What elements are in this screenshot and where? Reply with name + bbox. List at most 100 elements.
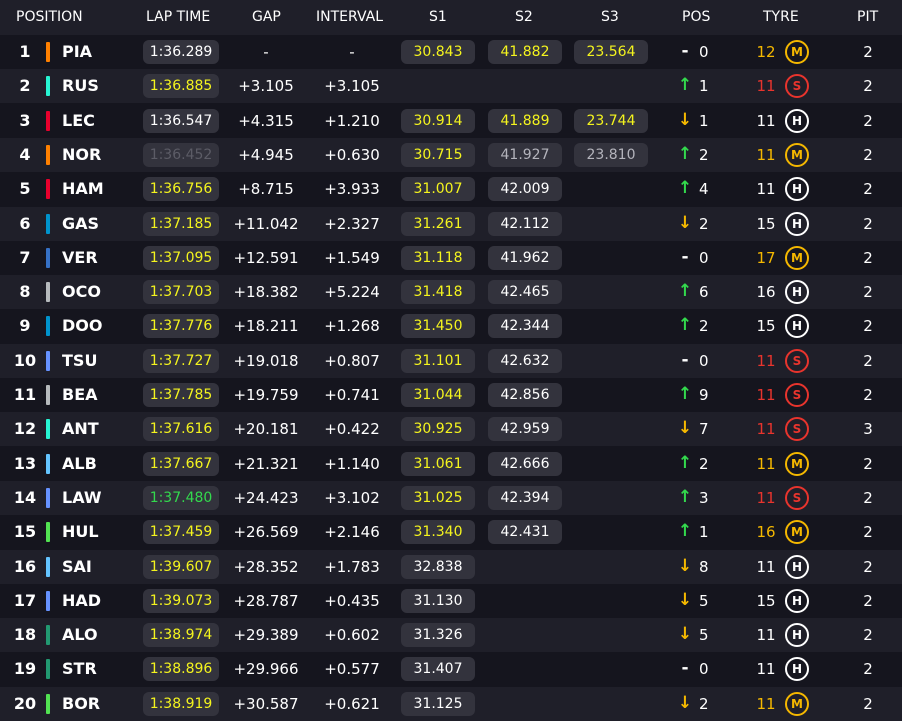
tyre-age: 12 <box>756 43 776 61</box>
position-change: 0 <box>699 351 709 370</box>
table-row[interactable]: 8 OCO 1:37.703 +18.382 +5.224 31.418 42.465 ↑ 6 1… <box>0 275 902 310</box>
driver-code[interactable]: RUS <box>62 76 99 95</box>
team-color-bar <box>46 625 50 646</box>
driver-code[interactable]: HUL <box>62 522 99 541</box>
driver-code[interactable]: GAS <box>62 214 99 233</box>
sector1-cell: 31.125 <box>401 691 475 716</box>
header-position[interactable]: POSITION <box>16 9 83 25</box>
lap-time-cell: 1:37.785 <box>143 383 219 407</box>
table-row[interactable]: 3 LEC 1:36.547 +4.315 +1.210 30.914 41.889 23.7… <box>0 104 902 138</box>
lap-time-cell: 1:37.095 <box>143 245 219 270</box>
table-row[interactable]: 20 BOR 1:38.919 +30.587 +0.621 31.125 ↓ 2 11 M 2 <box>0 686 902 721</box>
interval-cell: +0.741 <box>324 386 380 404</box>
table-row[interactable]: 12 ANT 1:37.616 +20.181 +0.422 30.925 42.959 ↓ 7… <box>0 412 902 447</box>
table-row[interactable]: 19 STR 1:38.896 +29.966 +0.577 31.407 -0 11 H 2 <box>0 652 902 686</box>
lap-time-cell: 1:38.974 <box>143 623 219 648</box>
header-lap-time[interactable]: LAP TIME <box>146 9 210 25</box>
driver-code[interactable]: VER <box>62 248 98 267</box>
driver-code[interactable]: NOR <box>62 145 101 164</box>
lap-time-cell: 1:37.185 <box>143 211 219 236</box>
tyre-compound-icon: S <box>785 485 809 510</box>
table-row[interactable]: 1 PIA 1:36.289- -30.843 41.882 23.564-0 12 M 2 <box>0 35 902 69</box>
driver-code[interactable]: TSU <box>62 351 97 370</box>
header-tyre[interactable]: TYRE <box>763 9 799 25</box>
driver-code[interactable]: LEC <box>62 111 95 130</box>
driver-code[interactable]: DOO <box>62 316 102 335</box>
arrow-up-icon: ↑ <box>677 281 693 302</box>
tyre-compound-icon: H <box>785 211 809 236</box>
driver-code[interactable]: BEA <box>62 385 98 404</box>
table-row[interactable]: 5 HAM 1:36.756 +8.715 +3.933 31.007 42.009 ↑ 4 11… <box>0 172 902 206</box>
sector1-cell: 31.118 <box>401 245 475 270</box>
team-color-bar <box>46 453 50 474</box>
dash-icon: - <box>681 41 689 61</box>
driver-code[interactable]: BOR <box>62 694 100 713</box>
position-change: 1 <box>699 523 709 542</box>
driver-code[interactable]: SAI <box>62 557 92 576</box>
header-s3[interactable]: S3 <box>601 9 619 25</box>
lap-time-cell: 1:37.727 <box>143 348 219 373</box>
team-color-bar <box>46 487 50 508</box>
table-row[interactable]: 13 ALB 1:37.667 +21.321 +1.140 31.061 42.666 ↑ 2… <box>0 447 902 481</box>
position-number: 14 <box>13 487 37 507</box>
position-number: 6 <box>19 213 31 233</box>
table-row[interactable]: 7 VER 1:37.095 +12.591 +1.549 31.118 41.962 -0 1… <box>0 241 902 275</box>
pit-count: 2 <box>863 626 873 645</box>
tyre-age: 11 <box>756 420 776 439</box>
header-s2[interactable]: S2 <box>515 9 533 25</box>
sector1-cell: 31.261 <box>401 211 475 236</box>
driver-code[interactable]: OCO <box>62 282 101 301</box>
header-gap[interactable]: GAP <box>252 9 281 25</box>
lap-time-cell: 1:37.667 <box>143 451 219 476</box>
tyre-compound-icon: S <box>785 417 809 442</box>
table-row[interactable]: 2 RUS 1:36.885 +3.105 +3.105 ↑ 1 11 S 2 <box>0 69 902 104</box>
tyre-age: 16 <box>756 523 776 542</box>
arrow-down-icon: ↓ <box>677 212 693 233</box>
tyre-compound-icon: M <box>785 142 809 167</box>
table-row[interactable]: 16 SAI 1:39.607 +28.352 +1.783 32.838 ↓ 8 11 H 2 <box>0 549 902 584</box>
table-row[interactable]: 10 TSU 1:37.727 +19.018 +0.807 31.101 42.632 -0… <box>0 343 902 378</box>
arrow-up-icon: ↑ <box>677 178 693 199</box>
table-row[interactable]: 17 HAD 1:39.073 +28.787 +0.435 31.130 ↓ 5 15 H 2 <box>0 584 902 618</box>
table-row[interactable]: 15 HUL 1:37.459 +26.569 +2.146 31.340 42.431 ↑ 1… <box>0 515 902 549</box>
position-change: 2 <box>699 454 709 473</box>
interval-cell: +1.549 <box>324 248 380 267</box>
driver-code[interactable]: HAD <box>62 591 101 610</box>
team-color-bar <box>46 213 50 234</box>
driver-code[interactable]: STR <box>62 659 97 678</box>
lap-time-cell: 1:36.547 <box>143 108 219 133</box>
table-row[interactable]: 9 DOO 1:37.776 +18.211 +1.268 31.450 42.344 ↑ 2 1… <box>0 309 902 343</box>
interval-cell: +1.268 <box>324 317 380 336</box>
arrow-up-icon: ↑ <box>677 452 693 473</box>
header-interval[interactable]: INTERVAL <box>316 9 383 25</box>
sector1-cell: 31.407 <box>401 657 475 682</box>
driver-code[interactable]: PIA <box>62 42 92 61</box>
driver-code[interactable]: ALB <box>62 454 97 473</box>
table-row[interactable]: 4 NOR 1:36.452 +4.945 +0.630 30.715 41.927 23.8… <box>0 137 902 172</box>
gap-cell: +18.211 <box>233 317 299 336</box>
gap-cell: +18.382 <box>233 283 299 302</box>
interval-cell: +0.422 <box>324 420 380 439</box>
driver-code[interactable]: HAM <box>62 179 104 198</box>
table-row[interactable]: 14 LAW 1:37.480 +24.423 +3.102 31.025 42.394 ↑ 3… <box>0 480 902 515</box>
interval-cell: +0.621 <box>324 694 380 713</box>
table-row[interactable]: 6 GAS 1:37.185 +11.042 +2.327 31.261 42.112 ↓ 2 1… <box>0 206 902 241</box>
position-number: 3 <box>19 110 31 130</box>
position-number: 9 <box>19 316 31 336</box>
driver-code[interactable]: ANT <box>62 419 99 438</box>
header-pit[interactable]: PIT <box>857 9 878 25</box>
header-pos[interactable]: POS <box>682 9 710 25</box>
tyre-age: 11 <box>756 111 776 130</box>
position-change: 7 <box>699 420 709 439</box>
tyre-compound-icon: H <box>785 623 809 648</box>
table-row[interactable]: 18 ALO 1:38.974 +29.389 +0.602 31.326 ↓ 5 11 H 2 <box>0 618 902 653</box>
pit-count: 2 <box>863 317 873 336</box>
lap-time-cell: 1:36.452 <box>143 142 219 167</box>
driver-code[interactable]: LAW <box>62 488 102 507</box>
table-row[interactable]: 11 BEA 1:37.785 +19.759 +0.741 31.044 42.856 ↑ 9… <box>0 378 902 412</box>
driver-code[interactable]: ALO <box>62 625 98 644</box>
header-s1[interactable]: S1 <box>429 9 447 25</box>
gap-cell: - <box>263 43 269 61</box>
arrow-down-icon: ↓ <box>677 624 693 645</box>
lap-time-cell: 1:39.073 <box>143 588 219 613</box>
